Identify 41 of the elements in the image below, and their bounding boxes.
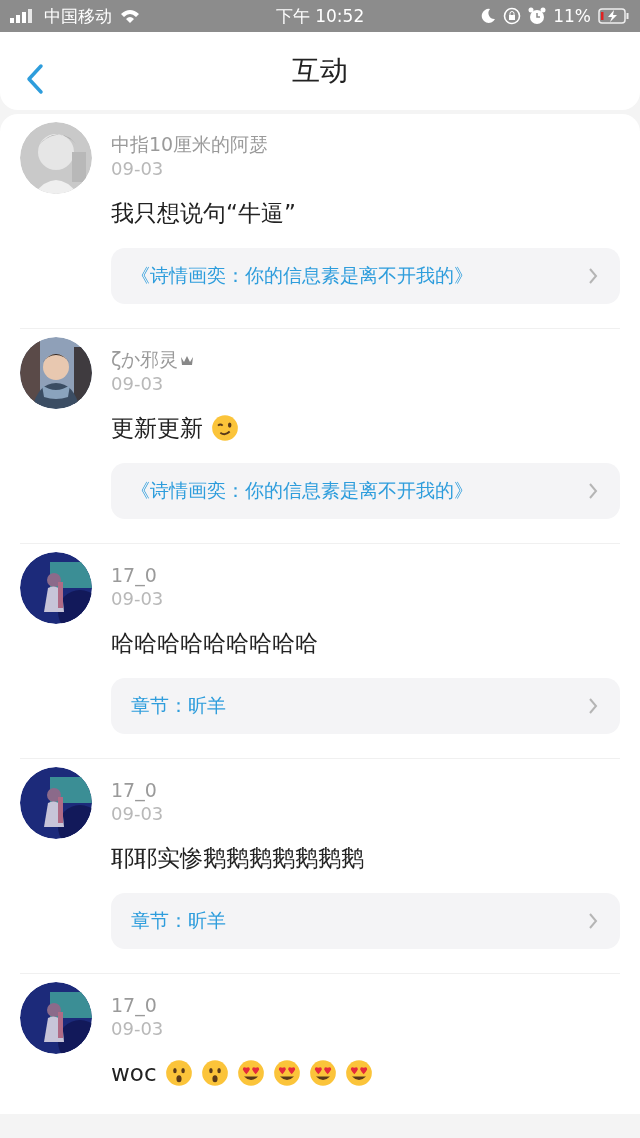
comment-text: woc bbox=[111, 1060, 157, 1086]
comment-date: 09-03 bbox=[111, 373, 165, 396]
heart-eyes-face-icon bbox=[344, 1059, 373, 1087]
heart-eyes-face-icon bbox=[236, 1059, 265, 1087]
chevron-right-icon bbox=[588, 912, 598, 930]
user-name: 17_0 bbox=[111, 779, 157, 801]
story-link[interactable]: 《诗情画奕：你的信息素是离不开我的》 bbox=[111, 463, 620, 519]
heart-eyes-face-icon bbox=[308, 1059, 337, 1087]
back-button[interactable] bbox=[24, 63, 46, 95]
astonished-face-icon bbox=[164, 1059, 193, 1087]
story-link[interactable]: 《诗情画奕：你的信息素是离不开我的》 bbox=[111, 248, 620, 304]
crown-icon bbox=[180, 354, 195, 366]
story-link[interactable]: 章节：昕羊 bbox=[111, 893, 620, 949]
battery-percentage: 11% bbox=[553, 6, 591, 26]
comment-date: 09-03 bbox=[111, 803, 165, 826]
comment-date: 09-03 bbox=[111, 158, 165, 181]
comment-text: 哈哈哈哈哈哈哈哈哈 bbox=[111, 628, 318, 658]
chevron-right-icon bbox=[588, 482, 598, 500]
user-name: 17_0 bbox=[111, 564, 157, 586]
story-link[interactable]: 章节：昕羊 bbox=[111, 678, 620, 734]
heart-eyes-face-icon bbox=[272, 1059, 301, 1087]
wifi-icon bbox=[120, 9, 140, 23]
comment-text: 我只想说句“牛逼” bbox=[111, 198, 296, 228]
comment-text: 耶耶实惨鹅鹅鹅鹅鹅鹅鹅 bbox=[111, 843, 364, 873]
comment-date: 09-03 bbox=[111, 1018, 165, 1041]
carrier-name: 中国移动 bbox=[44, 4, 112, 28]
alarm-icon bbox=[528, 7, 547, 25]
user-name: ζか邪灵 bbox=[111, 347, 179, 372]
battery-charging-icon bbox=[598, 8, 630, 24]
comment-text: 更新更新 bbox=[111, 413, 203, 443]
page-title: 互动 bbox=[292, 53, 348, 89]
chevron-right-icon bbox=[588, 267, 598, 285]
user-name: 中指10厘米的阿瑟 bbox=[111, 132, 269, 157]
winking-face-icon bbox=[211, 414, 239, 442]
comment-date: 09-03 bbox=[111, 588, 165, 611]
user-name: 17_0 bbox=[111, 994, 157, 1016]
astonished-face-icon bbox=[200, 1059, 229, 1087]
chevron-right-icon bbox=[588, 697, 598, 715]
status-time: 下午 10:52 bbox=[275, 4, 365, 28]
moon-icon bbox=[480, 8, 497, 24]
rotation-lock-icon bbox=[503, 7, 522, 25]
